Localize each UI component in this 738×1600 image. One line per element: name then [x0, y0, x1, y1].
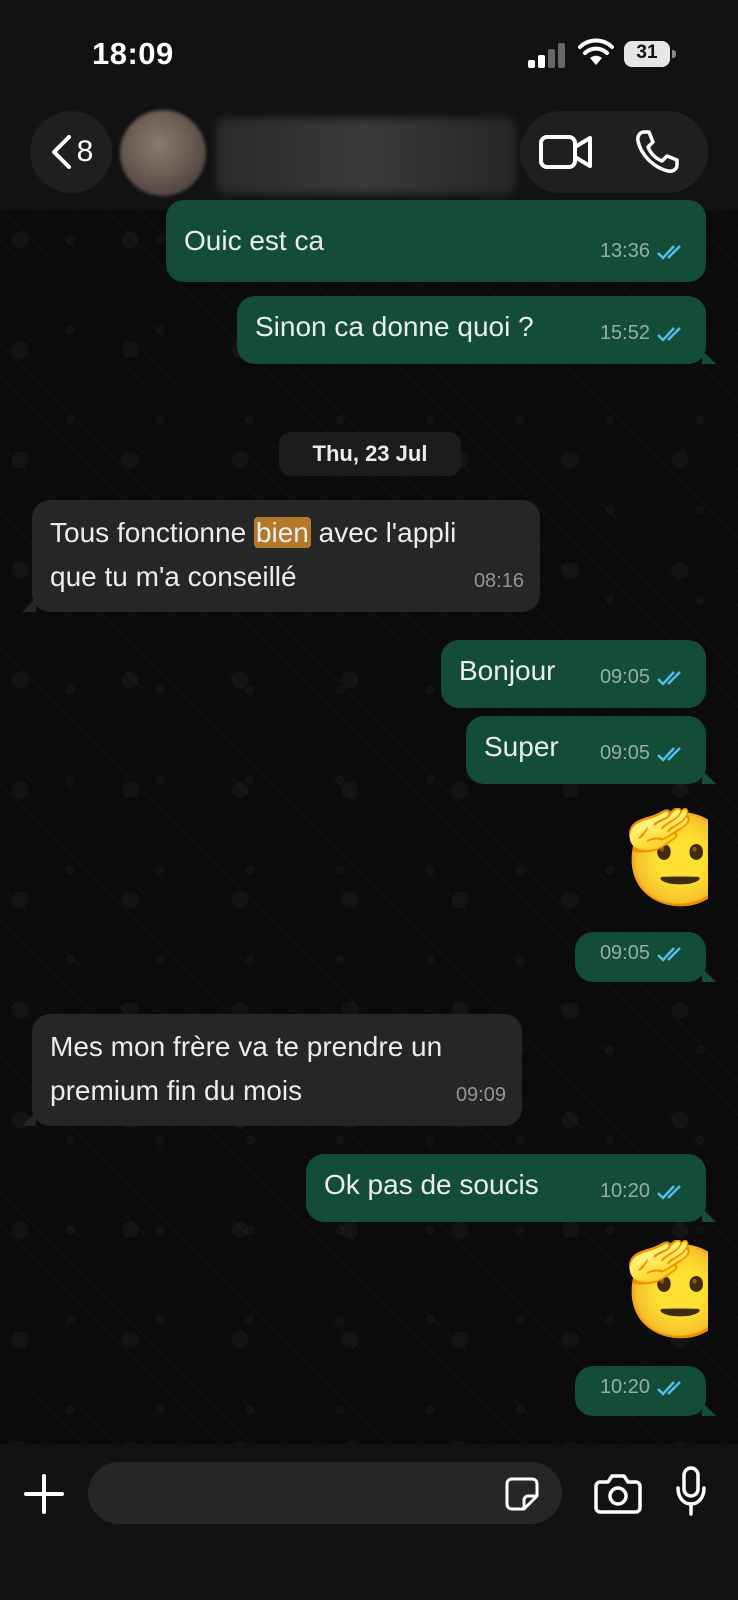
- message-incoming[interactable]: Mes mon frère va te prendre un premium f…: [22, 1014, 522, 1126]
- read-ticks-icon: [657, 746, 681, 762]
- read-ticks-icon: [657, 326, 681, 342]
- message-meta: 09:09: [456, 1073, 506, 1118]
- message-outgoing[interactable]: Ok pas de soucis 10:20: [306, 1154, 716, 1222]
- message-text-line2: premium fin du mois: [50, 1075, 303, 1106]
- contact-avatar[interactable]: [120, 110, 206, 196]
- read-ticks-icon: [657, 946, 681, 962]
- message-outgoing[interactable]: Super 09:05: [466, 716, 716, 784]
- message-time: 10:20: [599, 1180, 650, 1202]
- message-outgoing-meta[interactable]: 10:20: [575, 1365, 716, 1416]
- message-outgoing-meta[interactable]: 09:05: [575, 931, 716, 982]
- message-text-line2: que tu m'a conseillé: [50, 561, 297, 592]
- message-text: Super: [484, 731, 559, 762]
- message-text: Mes mon frère va te prendre un: [50, 1031, 443, 1062]
- message-meta: 10:20: [600, 1169, 690, 1214]
- message-meta: 13:36: [600, 229, 690, 274]
- video-call-icon[interactable]: [538, 127, 594, 177]
- read-ticks-icon: [657, 1380, 681, 1396]
- message-outgoing[interactable]: Sinon ca donne quoi ? 15:52: [237, 296, 716, 364]
- message-time: 10:20: [599, 1376, 650, 1398]
- saluting-face-emoji: 🫡: [623, 1240, 708, 1341]
- read-ticks-icon: [657, 670, 681, 686]
- voice-call-icon[interactable]: [632, 127, 682, 177]
- saluting-face-emoji: 🫡: [623, 808, 708, 909]
- contact-name[interactable]: [216, 118, 516, 194]
- battery-icon: 31: [624, 41, 676, 67]
- message-text-part: Tous fonctionne: [50, 517, 254, 548]
- message-meta: 09:05: [600, 731, 690, 776]
- read-ticks-icon: [657, 244, 681, 260]
- emoji-message[interactable]: 🫡: [582, 1240, 708, 1346]
- message-list[interactable]: Ouic est ca 13:36 Sinon ca donne quoi ? …: [0, 200, 738, 1444]
- message-time: 09:05: [599, 742, 650, 764]
- message-meta: 08:16: [474, 559, 524, 604]
- back-chevron-icon: [51, 135, 71, 169]
- cellular-signal-icon: [528, 40, 568, 68]
- message-outgoing[interactable]: Ouic est ca 13:36: [166, 200, 706, 282]
- message-text: Sinon ca donne quoi ?: [255, 311, 534, 342]
- plus-icon[interactable]: [22, 1472, 66, 1516]
- camera-icon[interactable]: [594, 1472, 642, 1514]
- status-bar: 18:09 31: [0, 0, 738, 104]
- message-input[interactable]: [88, 1462, 562, 1524]
- read-ticks-icon: [657, 1184, 681, 1200]
- message-text: Ouic est ca: [184, 225, 325, 256]
- message-time: 15:52: [599, 322, 650, 344]
- sticker-icon[interactable]: [504, 1476, 540, 1512]
- unread-count: 8: [76, 135, 94, 168]
- emoji-message[interactable]: 🫡: [580, 808, 708, 916]
- message-time: 09:05: [599, 666, 650, 688]
- message-meta: 15:52: [600, 311, 690, 356]
- message-meta: 10:20: [600, 1365, 690, 1410]
- microphone-icon[interactable]: [676, 1466, 706, 1518]
- message-text-part: avec l'appli: [310, 517, 457, 548]
- message-time: 13:36: [599, 240, 650, 262]
- message-text: Bonjour: [459, 655, 556, 686]
- message-text: Ok pas de soucis: [324, 1169, 539, 1200]
- message-time: 08:16: [473, 570, 524, 592]
- back-button[interactable]: 8: [30, 111, 112, 193]
- message-meta: 09:05: [600, 931, 690, 976]
- message-time: 09:05: [599, 942, 650, 964]
- status-time: 18:09: [92, 36, 174, 71]
- message-time: 09:09: [455, 1084, 506, 1106]
- message-meta: 09:05: [600, 655, 690, 700]
- call-actions: [520, 111, 708, 193]
- message-composer: [0, 1444, 738, 1600]
- battery-level: 31: [636, 42, 658, 63]
- message-outgoing[interactable]: Bonjour 09:05: [441, 640, 706, 708]
- message-incoming[interactable]: Tous fonctionne bien avec l'appli que tu…: [22, 500, 540, 612]
- message-text: Tous fonctionne bien avec l'appli: [50, 510, 456, 555]
- date-separator: Thu, 23 Jul: [279, 432, 461, 476]
- chat-header: 8: [0, 104, 738, 210]
- wifi-icon: [578, 38, 614, 65]
- search-highlight: bien: [253, 517, 311, 548]
